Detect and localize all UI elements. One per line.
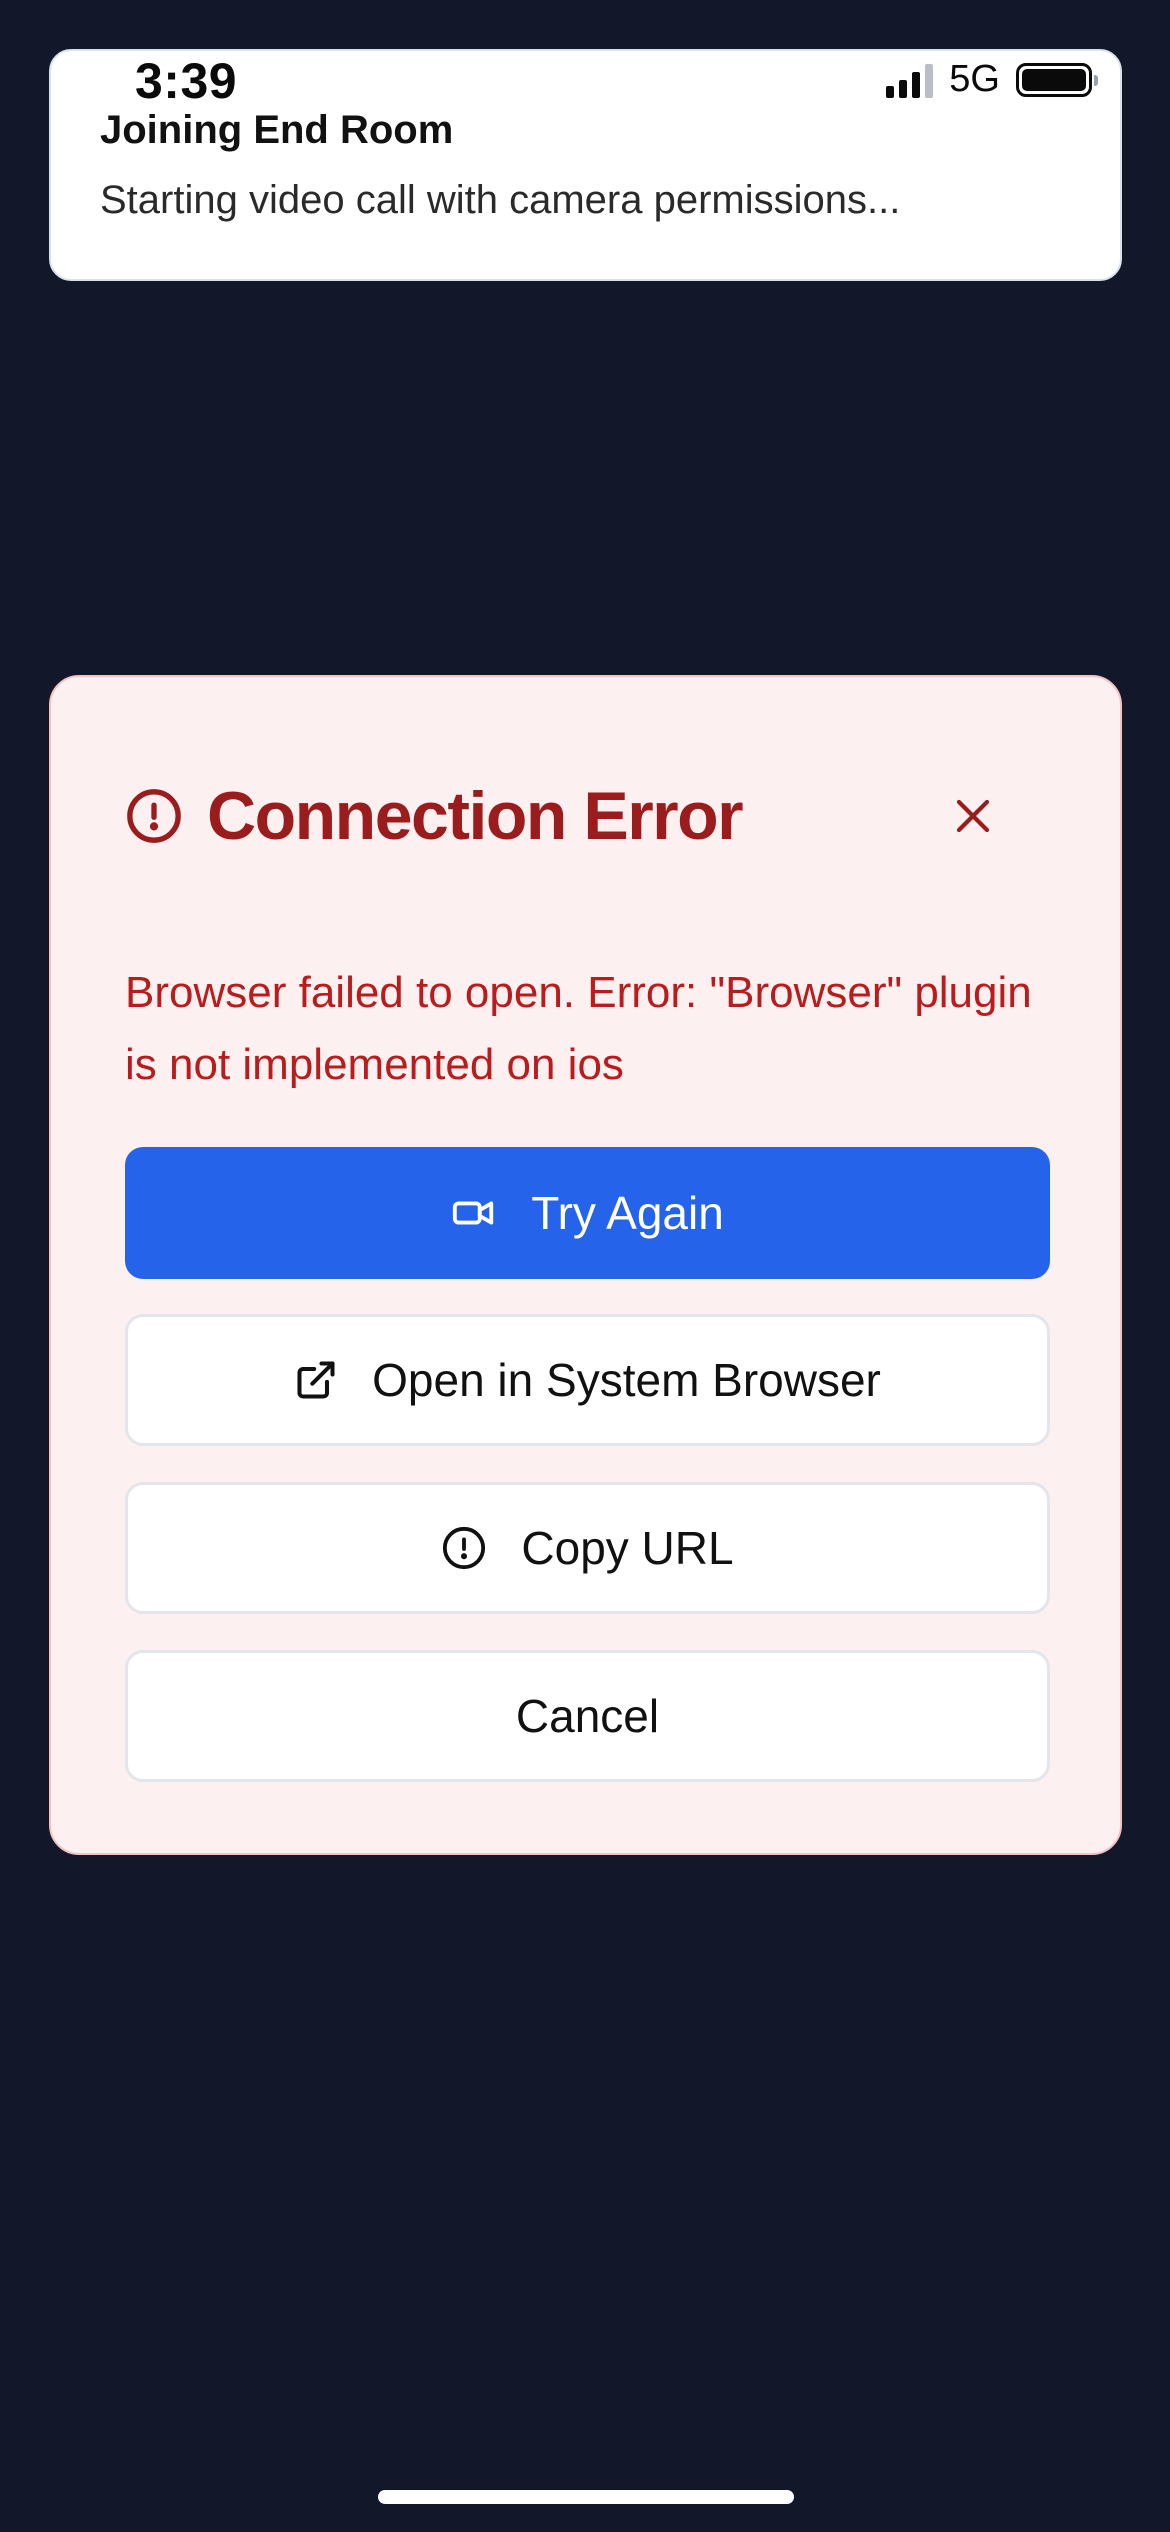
screen: 3:39 5G Joining End Room Starting video … <box>0 0 1170 2532</box>
alert-circle-icon <box>443 1526 486 1570</box>
open-in-system-browser-button[interactable]: Open in System Browser <box>125 1314 1050 1446</box>
notification-body: Starting video call with camera permissi… <box>100 178 901 222</box>
copy-url-button[interactable]: Copy URL <box>125 1482 1050 1614</box>
network-label: 5G <box>949 58 1000 100</box>
open-in-system-browser-label: Open in System Browser <box>372 1354 881 1406</box>
dialog-title: Connection Error <box>207 778 744 854</box>
video-camera-icon <box>453 1201 494 1225</box>
signal-icon <box>886 62 934 98</box>
battery-icon <box>1016 62 1098 97</box>
dialog-header: Connection Error <box>125 777 744 855</box>
try-again-button[interactable]: Try Again <box>125 1147 1050 1279</box>
home-indicator[interactable] <box>378 2490 794 2504</box>
status-time: 3:39 <box>135 53 238 109</box>
alert-circle-icon <box>127 789 181 843</box>
notification-title: Joining End Room <box>100 108 454 152</box>
cancel-button[interactable]: Cancel <box>125 1650 1050 1782</box>
try-again-label: Try Again <box>531 1187 724 1239</box>
error-message: Browser failed to open. Error: "Browser"… <box>125 968 1032 1089</box>
external-link-icon <box>297 1361 335 1399</box>
copy-url-label: Copy URL <box>521 1522 734 1574</box>
close-icon[interactable] <box>952 795 994 837</box>
status-bar-right: 5G <box>886 58 1098 101</box>
connection-error-dialog: Connection Error Browser failed to open.… <box>49 675 1122 1855</box>
cancel-label: Cancel <box>515 1690 660 1742</box>
